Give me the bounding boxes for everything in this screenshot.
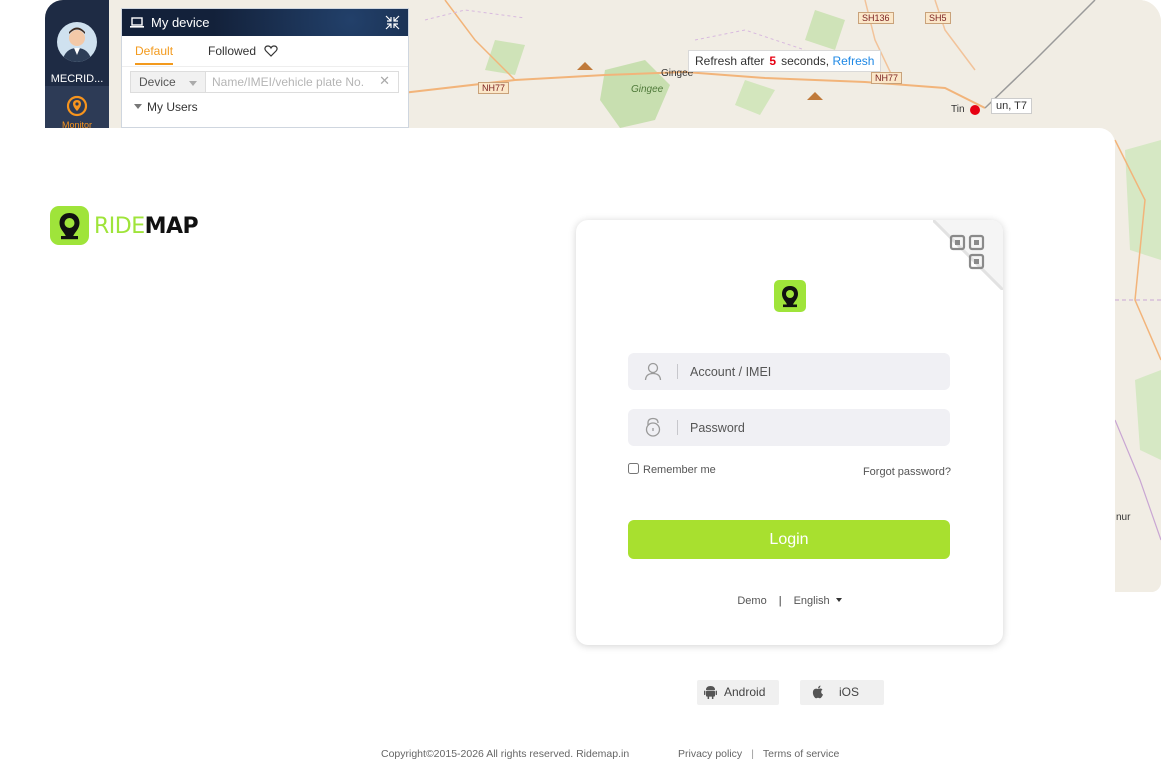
login-card-footer: Demo | English — [576, 595, 1003, 607]
search-type-value: Device — [139, 75, 176, 89]
ios-app-button[interactable]: iOS — [800, 680, 884, 705]
device-panel-header: My device — [122, 9, 408, 36]
tree-node-label: My Users — [147, 100, 198, 114]
copyright-text: Copyright©2015-2026 All rights reserved.… — [381, 748, 630, 760]
apple-icon — [812, 685, 823, 699]
user-avatar-icon — [62, 27, 92, 62]
device-search-input[interactable] — [206, 71, 399, 93]
map-place-gingee-forest: Gingee — [631, 84, 664, 95]
laptop-icon — [130, 17, 144, 28]
device-tabs: Default Followed — [122, 36, 408, 67]
android-label: Android — [724, 685, 766, 699]
field-separator — [677, 420, 678, 435]
login-button[interactable]: Login — [628, 520, 950, 559]
ridemap-card-logo-icon — [774, 280, 806, 312]
ridemap-logo-icon — [50, 206, 89, 245]
privacy-policy-link[interactable]: Privacy policy — [678, 748, 742, 760]
device-search-bar: Device ✕ — [130, 71, 400, 97]
user-icon — [644, 362, 662, 381]
brand-name-ride: RIDE — [94, 214, 145, 239]
field-separator — [677, 364, 678, 379]
expand-triangle-icon — [134, 104, 142, 109]
terms-of-service-link[interactable]: Terms of service — [763, 748, 839, 760]
android-app-button[interactable]: Android — [697, 680, 779, 705]
map-label-nh77: NH77 — [478, 82, 510, 94]
footer-separator: | — [751, 748, 754, 760]
forgot-password-link[interactable]: Forgot password? — [863, 466, 951, 478]
refresh-countdown: Refresh after 5 seconds, Refresh — [688, 50, 882, 72]
password-field — [628, 409, 950, 446]
heart-icon — [264, 45, 278, 57]
clear-icon[interactable]: ✕ — [379, 73, 390, 89]
remember-me-label: Remember me — [643, 464, 716, 476]
refresh-prefix: Refresh after — [695, 54, 765, 68]
demo-link[interactable]: Demo — [737, 595, 766, 607]
account-field — [628, 353, 950, 390]
android-icon — [704, 686, 717, 699]
user-name: MECRID... — [50, 73, 104, 85]
refresh-suffix: seconds, — [781, 54, 830, 68]
collapse-icon[interactable] — [385, 15, 400, 30]
brand-name: RIDEMAP — [94, 214, 199, 239]
tab-followed[interactable]: Followed — [208, 44, 278, 58]
vehicle-marker-label[interactable]: un, T7 — [991, 98, 1032, 114]
map-label-sh136: SH136 — [858, 12, 894, 24]
remember-me-checkbox[interactable] — [628, 463, 639, 474]
map-place-tindivanam: Tin — [951, 104, 965, 115]
refresh-link[interactable]: Refresh — [832, 54, 874, 68]
language-value: English — [793, 595, 830, 607]
remember-me[interactable]: Remember me — [628, 463, 716, 476]
qr-code-icon[interactable] — [933, 220, 1003, 290]
avatar[interactable] — [57, 22, 97, 62]
tab-default[interactable]: Default — [135, 44, 174, 65]
map-label-sh5: SH5 — [925, 12, 951, 24]
monitor-icon — [66, 95, 88, 117]
divider: | — [778, 595, 782, 607]
my-device-panel: My device Default Followed Device ✕ — [121, 8, 409, 128]
lock-icon — [645, 417, 661, 437]
account-input[interactable] — [690, 353, 940, 390]
login-card: Remember me Forgot password? Login Demo |… — [576, 220, 1003, 645]
ios-label: iOS — [839, 685, 860, 699]
brand-name-map: MAP — [144, 214, 199, 239]
device-panel-title: My device — [151, 15, 210, 30]
chevron-down-icon — [835, 598, 842, 602]
footer-links: Privacy policy | Terms of service — [678, 748, 839, 760]
refresh-count: 5 — [769, 54, 777, 68]
app-sidebar: MECRID... Monitor — [45, 0, 109, 130]
password-input[interactable] — [690, 409, 940, 446]
search-type-select[interactable]: Device — [130, 71, 206, 93]
tab-followed-label: Followed — [208, 44, 257, 58]
chevron-down-icon — [189, 81, 197, 86]
language-select[interactable]: English — [794, 595, 842, 607]
tree-node-my-users[interactable]: My Users — [122, 97, 408, 121]
map-place-nur: nur — [1116, 512, 1131, 523]
map-label-nh77-east: NH77 — [871, 72, 903, 84]
